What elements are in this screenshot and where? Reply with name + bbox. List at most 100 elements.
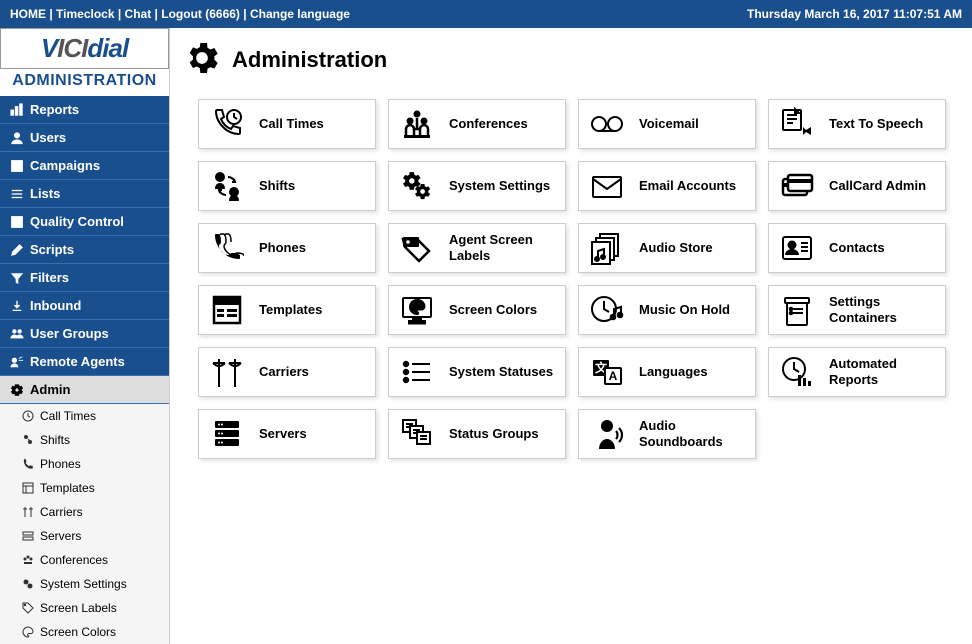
card-email-accounts[interactable]: Email Accounts xyxy=(578,161,756,211)
nav-link-chat[interactable]: Chat xyxy=(125,7,152,21)
subnav-item-label: Templates xyxy=(40,481,95,495)
languages-icon: 文A xyxy=(587,352,627,392)
sidebar-item-quality-control[interactable]: Quality Control xyxy=(0,208,169,236)
card-screen-colors[interactable]: Screen Colors xyxy=(388,285,566,335)
cogs-icon xyxy=(22,578,34,590)
card-label: Phones xyxy=(259,240,306,256)
nav-link-language[interactable]: Change language xyxy=(250,7,350,21)
card-shifts[interactable]: Shifts xyxy=(198,161,376,211)
card-label: Shifts xyxy=(259,178,295,194)
autoreports-icon xyxy=(777,352,817,392)
subnav-item-phones[interactable]: Phones xyxy=(0,452,169,476)
sysstatuses-icon xyxy=(397,352,437,392)
gear-icon xyxy=(10,383,24,397)
subnav-item-templates[interactable]: Templates xyxy=(0,476,169,500)
remote-icon xyxy=(10,355,24,369)
conf-icon xyxy=(22,554,34,566)
sidebar-item-label: Users xyxy=(30,130,66,145)
card-conferences[interactable]: Conferences xyxy=(388,99,566,149)
sidebar-item-label: Quality Control xyxy=(30,214,124,229)
topbar-links: HOME | Timeclock | Chat | Logout (6666) … xyxy=(10,7,747,21)
users-icon xyxy=(10,131,24,145)
card-automated-reports[interactable]: Automated Reports xyxy=(768,347,946,397)
card-audio-soundboards[interactable]: Audio Soundboards xyxy=(578,409,756,459)
card-voicemail[interactable]: Voicemail xyxy=(578,99,756,149)
card-carriers[interactable]: Carriers xyxy=(198,347,376,397)
sidebar-item-remote-agents[interactable]: Remote Agents xyxy=(0,348,169,376)
statusgroups-icon xyxy=(397,414,437,454)
card-audio-store[interactable]: Audio Store xyxy=(578,223,756,273)
subnav-item-label: System Settings xyxy=(40,577,127,591)
subnav-item-label: Call Times xyxy=(40,409,96,423)
bar-icon xyxy=(10,103,24,117)
subnav-item-shifts[interactable]: Shifts xyxy=(0,428,169,452)
card-settings-containers[interactable]: Settings Containers xyxy=(768,285,946,335)
topbar: HOME | Timeclock | Chat | Logout (6666) … xyxy=(0,0,972,28)
subnav-item-label: Carriers xyxy=(40,505,83,519)
card-label: Voicemail xyxy=(639,116,699,132)
card-music-on-hold[interactable]: Music On Hold xyxy=(578,285,756,335)
sidebar-section-label: ADMINISTRATION xyxy=(0,69,169,96)
card-callcard-admin[interactable]: CallCard Admin xyxy=(768,161,946,211)
card-label: Audio Store xyxy=(639,240,713,256)
sidebar-item-label: Remote Agents xyxy=(30,354,125,369)
page-header: Administration xyxy=(182,38,952,81)
callcard-icon xyxy=(777,166,817,206)
subnav-item-system-settings[interactable]: System Settings xyxy=(0,572,169,596)
sidebar-item-filters[interactable]: Filters xyxy=(0,264,169,292)
template-icon xyxy=(22,482,34,494)
sidebar-item-user-groups[interactable]: User Groups xyxy=(0,320,169,348)
gear-icon xyxy=(182,38,232,81)
card-label: Audio Soundboards xyxy=(639,418,747,449)
sidebar-item-label: Admin xyxy=(30,382,70,397)
sidebar-item-label: Inbound xyxy=(30,298,81,313)
card-system-settings[interactable]: System Settings xyxy=(388,161,566,211)
subnav-item-call-times[interactable]: Call Times xyxy=(0,404,169,428)
card-templates[interactable]: Templates xyxy=(198,285,376,335)
label-icon xyxy=(22,602,34,614)
subnav-item-carriers[interactable]: Carriers xyxy=(0,500,169,524)
sidebar-item-reports[interactable]: Reports xyxy=(0,96,169,124)
card-phones[interactable]: Phones xyxy=(198,223,376,273)
card-contacts[interactable]: Contacts xyxy=(768,223,946,273)
card-label: Screen Colors xyxy=(449,302,537,318)
card-text-to-speech[interactable]: Text To Speech xyxy=(768,99,946,149)
nav-link-logout[interactable]: Logout (6666) xyxy=(161,7,240,21)
subnav-item-label: Screen Colors xyxy=(40,625,116,639)
card-agent-screen-labels[interactable]: Agent Screen Labels xyxy=(388,223,566,273)
subnav-item-screen-colors[interactable]: Screen Colors xyxy=(0,620,169,644)
email-icon xyxy=(587,166,627,206)
page-title: Administration xyxy=(232,47,387,73)
sidebar-item-users[interactable]: Users xyxy=(0,124,169,152)
sidebar-item-label: User Groups xyxy=(30,326,109,341)
subnav-item-label: Phones xyxy=(40,457,81,471)
nav-link-home[interactable]: HOME xyxy=(10,7,46,21)
subnav-item-label: Servers xyxy=(40,529,81,543)
sidebar-item-campaigns[interactable]: Campaigns xyxy=(0,152,169,180)
tts-icon xyxy=(777,104,817,144)
palette-icon xyxy=(22,626,34,638)
card-call-times[interactable]: Call Times xyxy=(198,99,376,149)
card-label: Text To Speech xyxy=(829,116,923,132)
card-languages[interactable]: 文ALanguages xyxy=(578,347,756,397)
sidebar-item-lists[interactable]: Lists xyxy=(0,180,169,208)
nav-link-timeclock[interactable]: Timeclock xyxy=(56,7,114,21)
sidebar-item-inbound[interactable]: Inbound xyxy=(0,292,169,320)
card-label: Conferences xyxy=(449,116,528,132)
card-system-statuses[interactable]: System Statuses xyxy=(388,347,566,397)
card-label: Email Accounts xyxy=(639,178,736,194)
audiostore-icon xyxy=(587,228,627,268)
card-status-groups[interactable]: Status Groups xyxy=(388,409,566,459)
check-icon xyxy=(10,215,24,229)
syssettings-icon xyxy=(397,166,437,206)
sidebar-item-admin[interactable]: Admin xyxy=(0,376,169,404)
sidebar-item-label: Lists xyxy=(30,186,60,201)
card-label: Servers xyxy=(259,426,307,442)
subnav-item-servers[interactable]: Servers xyxy=(0,524,169,548)
sidebar-item-scripts[interactable]: Scripts xyxy=(0,236,169,264)
card-servers[interactable]: Servers xyxy=(198,409,376,459)
carriers-icon xyxy=(207,352,247,392)
subnav-item-screen-labels[interactable]: Screen Labels xyxy=(0,596,169,620)
subnav-item-conferences[interactable]: Conferences xyxy=(0,548,169,572)
shifts-icon xyxy=(207,166,247,206)
